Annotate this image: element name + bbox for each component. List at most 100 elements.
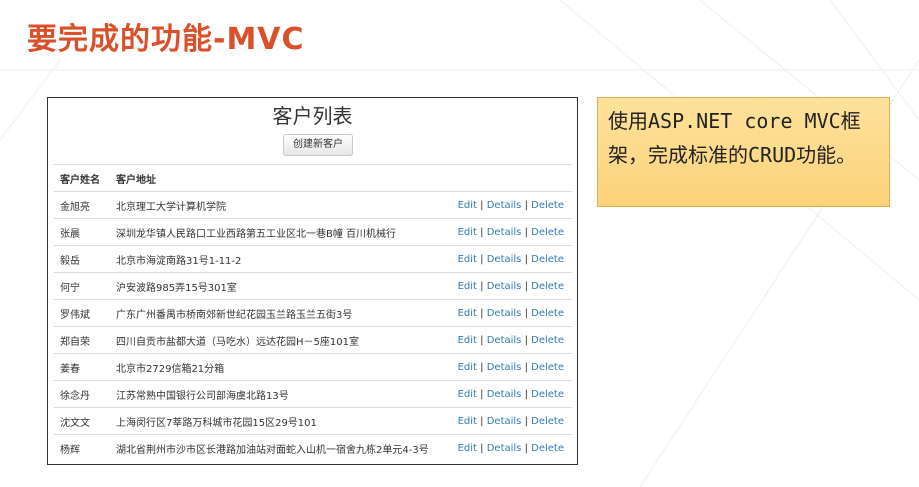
details-link[interactable]: Details bbox=[487, 254, 522, 265]
slide-title: 要完成的功能-MVC bbox=[27, 22, 305, 57]
customer-address: 沪安波路985弄15号301室 bbox=[110, 272, 448, 300]
customer-address: 北京市2729信箱21分箱 bbox=[110, 353, 448, 381]
header-actions bbox=[447, 164, 572, 192]
row-actions: Edit | Details | Delete bbox=[447, 245, 572, 273]
customer-name: 何宁 bbox=[54, 272, 110, 300]
customer-address: 北京市海淀南路31号1-11-2 bbox=[110, 245, 448, 273]
customer-name: 姜春 bbox=[54, 353, 110, 381]
delete-link[interactable]: Delete bbox=[531, 281, 564, 292]
details-link[interactable]: Details bbox=[487, 227, 522, 238]
separator: | bbox=[480, 442, 484, 454]
details-link[interactable]: Details bbox=[487, 335, 522, 346]
customer-name: 郑自荣 bbox=[54, 326, 110, 354]
row-actions: Edit | Details | Delete bbox=[447, 380, 572, 408]
row-actions: Edit | Details | Delete bbox=[447, 326, 572, 354]
table-row: 张晨 深圳龙华镇人民路口工业西路第五工业区北一巷B幢 百川机械行 Edit | … bbox=[54, 218, 572, 246]
edit-link[interactable]: Edit bbox=[458, 281, 477, 292]
customer-name: 张晨 bbox=[54, 218, 110, 246]
row-actions: Edit | Details | Delete bbox=[447, 434, 572, 461]
customer-address: 广东广州番禺市桥南郊新世纪花园玉兰路玉兰五街3号 bbox=[110, 299, 448, 327]
delete-link[interactable]: Delete bbox=[531, 443, 564, 454]
table-row: 徐念丹 江苏常熟中国银行公司部海虞北路13号 Edit | Details | … bbox=[54, 380, 572, 408]
customer-address: 北京理工大学计算机学院 bbox=[110, 191, 448, 219]
table-row: 金旭亮 北京理工大学计算机学院 Edit | Details | Delete bbox=[54, 191, 572, 219]
customer-table: 客户姓名 客户地址 金旭亮 北京理工大学计算机学院 Edit | Details… bbox=[54, 164, 572, 461]
customer-address: 上海闵行区7莘路万科城市花园15区29号101 bbox=[110, 407, 448, 435]
separator: | bbox=[524, 334, 528, 346]
separator: | bbox=[480, 199, 484, 211]
row-actions: Edit | Details | Delete bbox=[447, 407, 572, 435]
edit-link[interactable]: Edit bbox=[458, 254, 477, 265]
page-title: 客户列表 bbox=[272, 104, 353, 128]
customer-name: 金旭亮 bbox=[54, 191, 110, 219]
separator: | bbox=[524, 388, 528, 400]
row-actions: Edit | Details | Delete bbox=[447, 218, 572, 246]
row-actions: Edit | Details | Delete bbox=[447, 191, 572, 219]
customer-address: 江苏常熟中国银行公司部海虞北路13号 bbox=[110, 380, 448, 408]
separator: | bbox=[524, 253, 528, 265]
delete-link[interactable]: Delete bbox=[531, 308, 564, 319]
edit-link[interactable]: Edit bbox=[458, 335, 477, 346]
table-row: 沈文文 上海闵行区7莘路万科城市花园15区29号101 Edit | Detai… bbox=[54, 407, 572, 435]
table-header-row: 客户姓名 客户地址 bbox=[54, 164, 572, 192]
separator: | bbox=[480, 334, 484, 346]
header-customer-address: 客户地址 bbox=[110, 164, 448, 192]
table-row: 毅岳 北京市海淀南路31号1-11-2 Edit | Details | Del… bbox=[54, 245, 572, 273]
customer-name: 沈文文 bbox=[54, 407, 110, 435]
table-row: 郑自荣 四川自贡市盐都大道（马吃水）远达花园H－5座101室 Edit | De… bbox=[54, 326, 572, 354]
separator: | bbox=[524, 307, 528, 319]
customer-name: 杨辉 bbox=[54, 434, 110, 461]
customer-rows: 金旭亮 北京理工大学计算机学院 Edit | Details | Delete … bbox=[54, 191, 572, 461]
table-row: 何宁 沪安波路985弄15号301室 Edit | Details | Dele… bbox=[54, 272, 572, 300]
row-actions: Edit | Details | Delete bbox=[447, 272, 572, 300]
separator: | bbox=[524, 280, 528, 292]
separator: | bbox=[480, 253, 484, 265]
delete-link[interactable]: Delete bbox=[531, 200, 564, 211]
separator: | bbox=[480, 388, 484, 400]
table-row: 罗伟斌 广东广州番禺市桥南郊新世纪花园玉兰路玉兰五街3号 Edit | Deta… bbox=[54, 299, 572, 327]
details-link[interactable]: Details bbox=[487, 416, 522, 427]
delete-link[interactable]: Delete bbox=[531, 416, 564, 427]
create-customer-button[interactable]: 创建新客户 bbox=[283, 134, 353, 156]
callout-note: 使用ASP.NET core MVC框架，完成标准的CRUD功能。 bbox=[597, 97, 890, 207]
separator: | bbox=[524, 199, 528, 211]
app-screenshot: 客户列表 创建新客户 客户姓名 客户地址 金旭亮 北京理工大学计算机学院 Edi… bbox=[47, 97, 578, 465]
edit-link[interactable]: Edit bbox=[458, 443, 477, 454]
edit-link[interactable]: Edit bbox=[458, 362, 477, 373]
details-link[interactable]: Details bbox=[487, 362, 522, 373]
separator: | bbox=[480, 226, 484, 238]
edit-link[interactable]: Edit bbox=[458, 227, 477, 238]
customer-name: 毅岳 bbox=[54, 245, 110, 273]
customer-name: 罗伟斌 bbox=[54, 299, 110, 327]
details-link[interactable]: Details bbox=[487, 389, 522, 400]
delete-link[interactable]: Delete bbox=[531, 227, 564, 238]
edit-link[interactable]: Edit bbox=[458, 200, 477, 211]
row-actions: Edit | Details | Delete bbox=[447, 299, 572, 327]
separator: | bbox=[524, 361, 528, 373]
separator: | bbox=[480, 415, 484, 427]
separator: | bbox=[524, 442, 528, 454]
customer-name: 徐念丹 bbox=[54, 380, 110, 408]
separator: | bbox=[480, 280, 484, 292]
details-link[interactable]: Details bbox=[487, 443, 522, 454]
edit-link[interactable]: Edit bbox=[458, 389, 477, 400]
delete-link[interactable]: Delete bbox=[531, 335, 564, 346]
separator: | bbox=[480, 361, 484, 373]
details-link[interactable]: Details bbox=[487, 281, 522, 292]
customer-address: 四川自贡市盐都大道（马吃水）远达花园H－5座101室 bbox=[110, 326, 448, 354]
row-actions: Edit | Details | Delete bbox=[447, 353, 572, 381]
separator: | bbox=[524, 415, 528, 427]
delete-link[interactable]: Delete bbox=[531, 362, 564, 373]
separator: | bbox=[524, 226, 528, 238]
separator: | bbox=[480, 307, 484, 319]
header-customer-name: 客户姓名 bbox=[54, 164, 110, 192]
details-link[interactable]: Details bbox=[487, 308, 522, 319]
customer-address: 湖北省荆州市沙市区长港路加油站对面蛇入山机一宿舍九栋2单元4-3号 bbox=[110, 434, 448, 461]
edit-link[interactable]: Edit bbox=[458, 416, 477, 427]
delete-link[interactable]: Delete bbox=[531, 254, 564, 265]
edit-link[interactable]: Edit bbox=[458, 308, 477, 319]
delete-link[interactable]: Delete bbox=[531, 389, 564, 400]
customer-address: 深圳龙华镇人民路口工业西路第五工业区北一巷B幢 百川机械行 bbox=[110, 218, 448, 246]
table-row: 杨辉 湖北省荆州市沙市区长港路加油站对面蛇入山机一宿舍九栋2单元4-3号 Edi… bbox=[54, 434, 572, 461]
details-link[interactable]: Details bbox=[487, 200, 522, 211]
